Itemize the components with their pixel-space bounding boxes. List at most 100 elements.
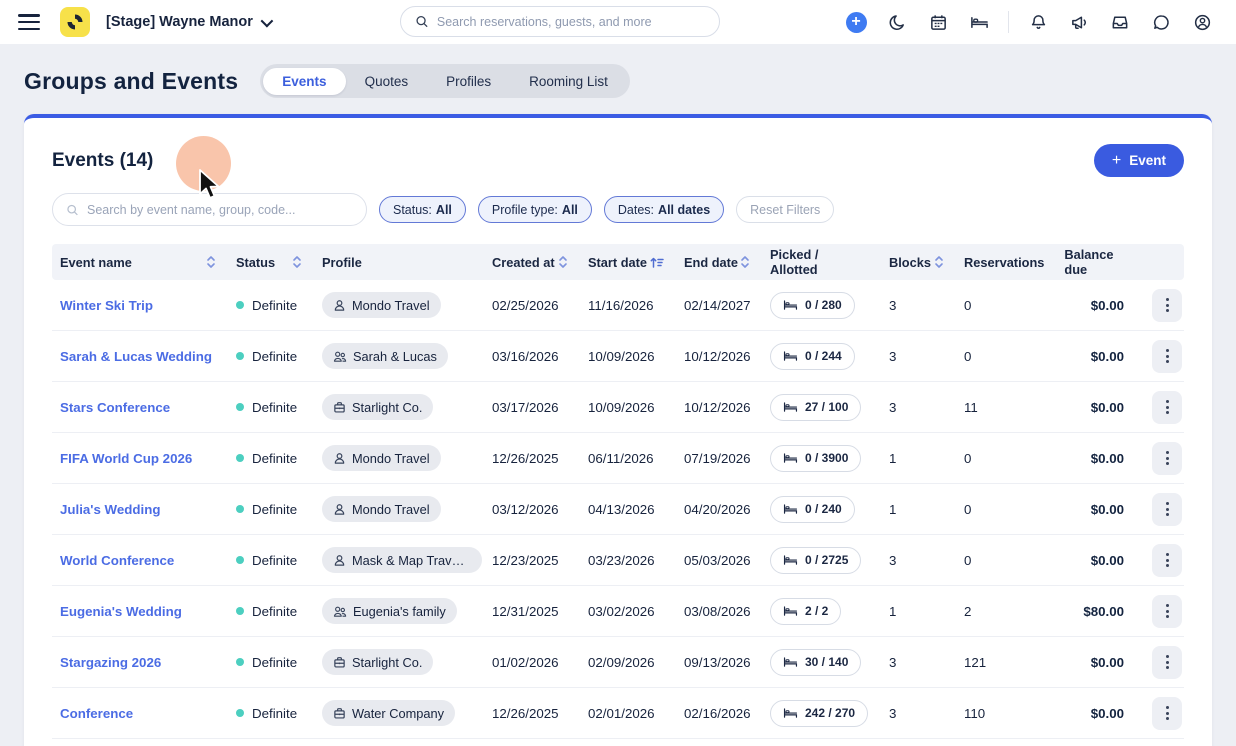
profile-chip[interactable]: Mask & Map Travel... [322, 547, 482, 573]
end-date-cell: 03/08/2026 [676, 604, 762, 619]
logo-swirl-icon [66, 13, 84, 31]
global-search[interactable] [400, 6, 720, 37]
column-status[interactable]: Status [228, 255, 314, 270]
profile-chip[interactable]: Mondo Travel [322, 496, 441, 522]
event-name-link[interactable]: FIFA World Cup 2026 [60, 451, 192, 466]
profile-chip[interactable]: Mondo Travel [322, 292, 441, 318]
blocks-cell: 3 [881, 349, 956, 364]
event-name-link[interactable]: Conference [60, 706, 133, 721]
table-header-row: Event name Status Profile Created at Sta… [52, 244, 1184, 280]
event-search-input[interactable] [87, 203, 353, 217]
sort-icon[interactable] [292, 255, 302, 269]
event-name-link[interactable]: Stargazing 2026 [60, 655, 161, 670]
sort-ascending-icon[interactable] [650, 256, 664, 269]
blocks-cell: 1 [881, 502, 956, 517]
reservations-cell: 121 [956, 655, 1050, 670]
column-created-at[interactable]: Created at [484, 255, 580, 270]
status-dot [236, 352, 244, 360]
add-event-button[interactable]: + Event [1094, 144, 1184, 177]
row-actions-button[interactable] [1152, 646, 1182, 679]
event-name-link[interactable]: Eugenia's Wedding [60, 604, 182, 619]
filter-dates[interactable]: Dates:All dates [604, 196, 724, 223]
app-logo[interactable] [60, 7, 90, 37]
profile-chip[interactable]: Eugenia's family [322, 598, 457, 624]
event-name-link[interactable]: Winter Ski Trip [60, 298, 153, 313]
row-actions-button[interactable] [1152, 595, 1182, 628]
picked-allotted-pill: 30 / 140 [770, 649, 861, 676]
start-date-cell: 02/09/2026 [580, 655, 676, 670]
table-row[interactable]: Stars Conference Definite Starlight Co. … [52, 382, 1184, 433]
profile-chip[interactable]: Starlight Co. [322, 394, 433, 420]
profile-type-icon [333, 605, 347, 618]
inbox-button[interactable] [1104, 6, 1136, 38]
moon-icon [888, 13, 907, 32]
sort-icon[interactable] [934, 255, 944, 269]
chat-bubble-icon [1152, 13, 1171, 32]
event-name-link[interactable]: Julia's Wedding [60, 502, 160, 517]
row-actions-button[interactable] [1152, 697, 1182, 730]
account-icon [1193, 13, 1212, 32]
row-actions-button[interactable] [1152, 544, 1182, 577]
bell-icon [1029, 13, 1048, 32]
column-blocks[interactable]: Blocks [881, 255, 956, 270]
status-dot [236, 505, 244, 513]
filter-profile-type[interactable]: Profile type:All [478, 196, 592, 223]
property-selector[interactable]: [Stage] Wayne Manor [106, 14, 270, 30]
column-event-name[interactable]: Event name [52, 255, 228, 270]
dark-mode-button[interactable] [881, 6, 913, 38]
filter-status[interactable]: Status:All [379, 196, 466, 223]
event-name-link[interactable]: World Conference [60, 553, 174, 568]
profile-chip[interactable]: Mondo Travel [322, 445, 441, 471]
account-button[interactable] [1186, 6, 1218, 38]
event-name-link[interactable]: Sarah & Lucas Wedding [60, 349, 212, 364]
status-dot [236, 709, 244, 717]
tab-events[interactable]: Events [263, 68, 345, 95]
created-at-cell: 12/31/2025 [484, 604, 580, 619]
event-search[interactable] [52, 193, 367, 226]
bed-icon [783, 402, 798, 413]
table-row[interactable]: FIFA World Cup 2026 Definite Mondo Trave… [52, 433, 1184, 484]
calendar-button[interactable] [922, 6, 954, 38]
blocks-cell: 1 [881, 451, 956, 466]
profile-chip[interactable]: Water Company [322, 700, 455, 726]
tab-profiles[interactable]: Profiles [427, 68, 510, 95]
table-row[interactable]: Sarah & Lucas Wedding Definite Sarah & L… [52, 331, 1184, 382]
balance-due-cell: $0.00 [1050, 298, 1128, 313]
table-row[interactable]: Julia's Wedding Definite Mondo Travel 03… [52, 484, 1184, 535]
profile-chip[interactable]: Starlight Co. [322, 649, 433, 675]
sort-icon[interactable] [206, 255, 216, 269]
reservations-button[interactable] [963, 6, 995, 38]
global-search-input[interactable] [437, 15, 705, 29]
status-dot [236, 403, 244, 411]
sort-icon[interactable] [558, 255, 568, 269]
table-row[interactable]: Stargazing 2026 Definite Starlight Co. 0… [52, 637, 1184, 688]
chat-button[interactable] [1145, 6, 1177, 38]
profile-chip[interactable]: Sarah & Lucas [322, 343, 448, 369]
table-row[interactable]: World Conference Definite Mask & Map Tra… [52, 535, 1184, 586]
reset-filters-button[interactable]: Reset Filters [736, 196, 834, 223]
row-actions-button[interactable] [1152, 289, 1182, 322]
table-row[interactable]: Winter Ski Trip Definite Mondo Travel 02… [52, 280, 1184, 331]
created-at-cell: 02/25/2026 [484, 298, 580, 313]
profile-type-icon [333, 503, 346, 516]
quick-add-button[interactable]: + [840, 6, 872, 38]
balance-due-cell: $0.00 [1050, 553, 1128, 568]
tab-quotes[interactable]: Quotes [346, 68, 428, 95]
event-name-link[interactable]: Stars Conference [60, 400, 170, 415]
row-actions-button[interactable] [1152, 340, 1182, 373]
notifications-button[interactable] [1022, 6, 1054, 38]
tab-rooming-list[interactable]: Rooming List [510, 68, 627, 95]
hamburger-menu-icon[interactable] [18, 14, 40, 30]
row-actions-button[interactable] [1152, 391, 1182, 424]
column-profile: Profile [314, 255, 484, 270]
bed-icon [783, 657, 798, 668]
announcements-button[interactable] [1063, 6, 1095, 38]
blocks-cell: 3 [881, 706, 956, 721]
row-actions-button[interactable] [1152, 442, 1182, 475]
column-start-date[interactable]: Start date [580, 255, 676, 270]
sort-icon[interactable] [740, 255, 750, 269]
row-actions-button[interactable] [1152, 493, 1182, 526]
table-row[interactable]: Conference Definite Water Company 12/26/… [52, 688, 1184, 739]
column-end-date[interactable]: End date [676, 255, 762, 270]
table-row[interactable]: Eugenia's Wedding Definite Eugenia's fam… [52, 586, 1184, 637]
